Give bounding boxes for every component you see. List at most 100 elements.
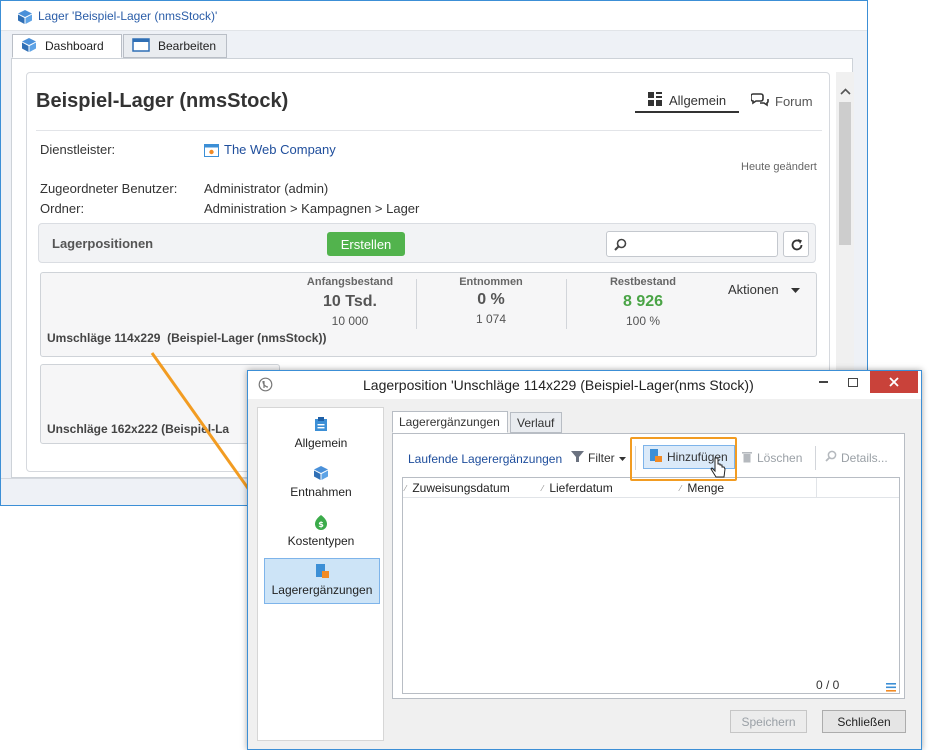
save-button[interactable]: Speichern xyxy=(730,710,807,733)
provider-link[interactable]: The Web Company xyxy=(224,142,336,157)
restock-list[interactable]: ⁄ Zuweisungsdatum ⁄ Lieferdatum ⁄ Menge 0 /… xyxy=(402,477,900,694)
subtab-forum[interactable]: Forum xyxy=(747,89,827,113)
nav-label: Lagerergänzungen xyxy=(271,583,373,597)
provider-label: Dienstleister: xyxy=(40,142,116,157)
tab-bearbeiten[interactable]: Bearbeiten xyxy=(123,34,227,58)
column-menge[interactable]: ⁄ Menge xyxy=(680,481,724,495)
stat-sub: 10 000 xyxy=(331,314,369,328)
svg-text:$: $ xyxy=(318,520,324,529)
app-icon xyxy=(258,377,273,395)
nav-item-allgemein[interactable]: Allgemein xyxy=(266,416,376,456)
cube-icon xyxy=(17,9,33,28)
delete-button[interactable]: Löschen xyxy=(741,450,802,466)
stat-main: 0 % xyxy=(477,291,505,308)
user-value: Administrator (admin) xyxy=(204,181,329,196)
nav-label: Allgemein xyxy=(294,436,348,450)
stat-initial: Anfangsbestand 10 Tsd. 10 000 xyxy=(285,276,415,328)
search-icon xyxy=(614,238,627,254)
stat-sub: 1 074 xyxy=(475,312,507,326)
column-zuweisungsdatum[interactable]: ⁄ Zuweisungsdatum xyxy=(405,481,510,495)
filter-button[interactable]: Filter xyxy=(571,450,626,466)
tab-label: Bearbeiten xyxy=(158,39,217,53)
user-label: Zugeordneter Benutzer: xyxy=(40,181,178,196)
divider xyxy=(566,279,567,329)
dialog-title: Lagerposition 'Unschläge 114x229 (Beispi… xyxy=(363,377,754,393)
sort-icon: ⁄ xyxy=(680,483,682,493)
subtab-allgemein[interactable]: Allgemein xyxy=(635,89,739,113)
clipboard-icon xyxy=(266,416,376,435)
restock-icon xyxy=(265,563,379,582)
refresh-button[interactable] xyxy=(783,231,809,257)
sort-icon: ⁄ xyxy=(542,483,544,493)
nav-item-entnahmen[interactable]: Entnahmen xyxy=(266,465,376,505)
list-menu-icon[interactable] xyxy=(886,681,896,695)
cube-icon xyxy=(21,37,37,56)
close-icon xyxy=(889,375,899,390)
actions-dropdown[interactable]: Aktionen xyxy=(728,282,800,297)
nav-label: Kostentypen xyxy=(287,534,355,548)
close-window-button[interactable] xyxy=(870,371,918,393)
tab-lagerergaenzungen[interactable]: Lagerergänzungen xyxy=(392,411,508,433)
company-icon xyxy=(204,144,219,160)
nav-item-kostentypen[interactable]: $ Kostentypen xyxy=(266,514,376,554)
cube-icon xyxy=(266,465,376,484)
stat-main: 8 926 xyxy=(622,293,664,310)
subtab-label: Forum xyxy=(775,93,813,109)
divider xyxy=(416,279,417,329)
mouse-cursor-icon xyxy=(710,457,726,478)
stat-taken: Entnommen 0 % 1 074 xyxy=(426,276,556,326)
main-title: Lager 'Beispiel-Lager (nmsStock)' xyxy=(38,9,218,23)
column-label: Menge xyxy=(687,481,725,495)
close-button[interactable]: Schließen xyxy=(822,710,906,733)
cost-icon: $ xyxy=(266,514,376,533)
trash-icon xyxy=(741,450,753,466)
search-icon xyxy=(825,450,837,465)
refresh-icon xyxy=(790,238,804,255)
form-icon xyxy=(132,37,150,55)
details-button[interactable]: Details... xyxy=(825,450,888,465)
minimize-button[interactable] xyxy=(810,371,836,393)
subtab-label: Allgemein xyxy=(669,92,727,108)
column-lieferdatum[interactable]: ⁄ Lieferdatum xyxy=(542,481,613,495)
caret-down-icon xyxy=(618,451,626,465)
nav-item-lagerergaenzungen[interactable]: Lagerergänzungen xyxy=(264,558,380,604)
maximize-icon xyxy=(848,377,858,387)
column-label: Zuweisungsdatum xyxy=(412,481,510,495)
details-label: Details... xyxy=(841,450,888,465)
stat-sub: 100 % xyxy=(625,314,661,328)
chevron-up-icon xyxy=(840,84,851,98)
list-header: ⁄ Zuweisungsdatum ⁄ Lieferdatum ⁄ Menge xyxy=(403,478,899,498)
scrollbar-thumb[interactable] xyxy=(839,102,851,245)
page-title: Beispiel-Lager (nmsStock) xyxy=(36,90,289,112)
delete-label: Löschen xyxy=(757,451,803,465)
stat-label: Anfangsbestand xyxy=(306,276,394,288)
actions-label: Aktionen xyxy=(728,282,779,297)
create-button[interactable]: Erstellen xyxy=(327,232,405,256)
record-count: 0 / 0 xyxy=(816,678,840,692)
tab-verlauf[interactable]: Verlauf xyxy=(510,412,562,433)
main-titlebar: Lager 'Beispiel-Lager (nmsStock)' xyxy=(1,1,867,31)
maximize-button[interactable] xyxy=(840,371,866,393)
divider xyxy=(36,130,822,131)
column-label: Lieferdatum xyxy=(549,481,613,495)
dashboard-icon xyxy=(647,91,663,110)
folder-label: Ordner: xyxy=(40,201,85,216)
running-restocks-link[interactable]: Laufende Lagerergänzungen xyxy=(408,452,562,466)
forum-icon xyxy=(750,92,769,111)
stat-main: 10 Tsd. xyxy=(323,293,377,310)
stat-label: Entnommen xyxy=(459,276,523,288)
search-input[interactable] xyxy=(606,231,778,257)
stock-position-dialog: Lagerposition 'Unschläge 114x229 (Beispi… xyxy=(247,370,922,750)
sort-icon: ⁄ xyxy=(405,483,407,493)
stat-label: Restbestand xyxy=(609,276,677,288)
changed-text: Heute geändert xyxy=(741,161,817,173)
lagerpositionen-bar: Lagerpositionen Erstellen xyxy=(38,223,816,263)
divider xyxy=(815,446,816,470)
minimize-icon xyxy=(818,381,828,383)
folder-value: Administration > Kampagnen > Lager xyxy=(204,201,420,216)
nav-label: Entnahmen xyxy=(290,485,352,499)
divider xyxy=(816,478,817,498)
stat-remaining: Restbestand 8 926 100 % xyxy=(578,276,708,328)
filter-icon xyxy=(571,450,584,466)
tab-dashboard[interactable]: Dashboard xyxy=(12,34,122,58)
